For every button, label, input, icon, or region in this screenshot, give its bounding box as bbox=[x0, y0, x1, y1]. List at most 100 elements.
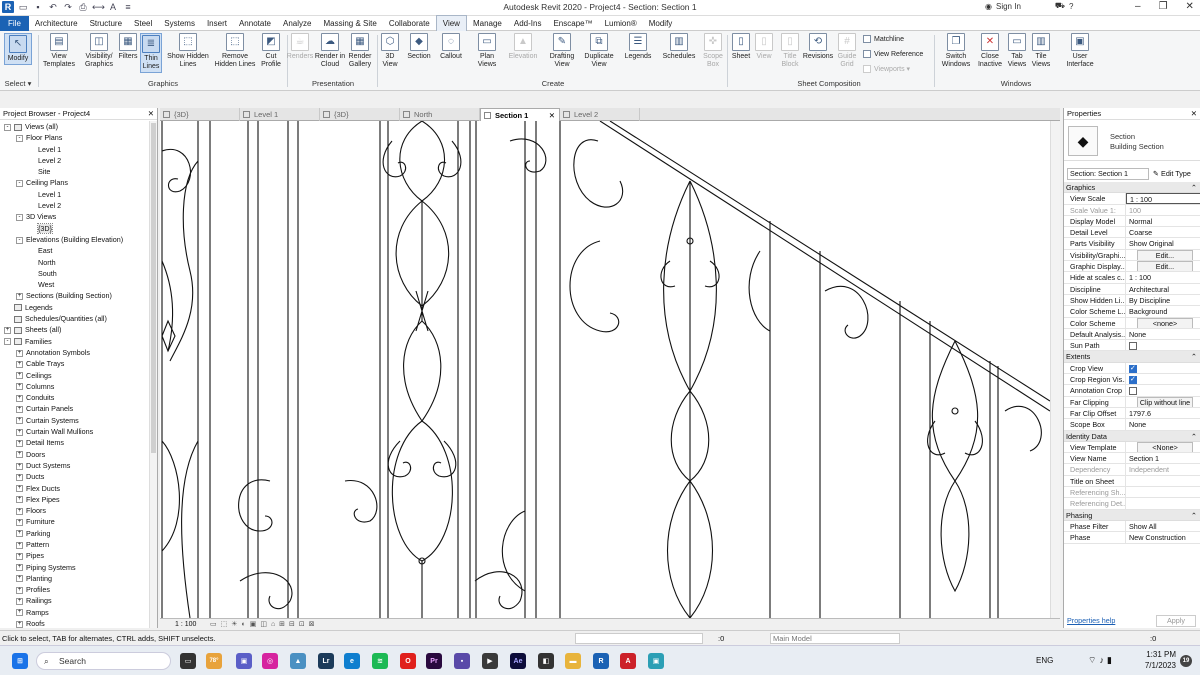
duplicate-view-button[interactable]: ⧉ Duplicate View bbox=[582, 33, 616, 69]
revit-taskbar-icon[interactable]: R bbox=[593, 653, 609, 669]
collapse-caret-icon[interactable]: ⌃ bbox=[1191, 182, 1197, 193]
clock[interactable]: 1:31 PM 7/1/2023 bbox=[1136, 649, 1176, 671]
tree-item[interactable]: Level 2 bbox=[0, 155, 149, 166]
tree-item[interactable]: + Parking bbox=[0, 528, 149, 539]
expand-icon[interactable]: + bbox=[16, 518, 23, 526]
edit-type-button[interactable]: ✎ Edit Type bbox=[1153, 169, 1191, 178]
tree-item[interactable]: - Floor Plans bbox=[0, 132, 149, 143]
remove-hidden-lines-button[interactable]: ⬚ Remove Hidden Lines bbox=[212, 33, 258, 69]
expand-icon[interactable]: + bbox=[16, 394, 23, 402]
expand-icon[interactable]: + bbox=[16, 507, 23, 515]
property-value[interactable]: Edit... bbox=[1126, 249, 1200, 261]
task-view-icon[interactable]: ▭ bbox=[180, 653, 196, 669]
taskbar-search[interactable]: ⌕ Search bbox=[36, 652, 171, 670]
tab-annotate[interactable]: Annotate bbox=[233, 16, 277, 31]
user-interface-button[interactable]: ▣ User Interface bbox=[1062, 33, 1098, 69]
section-button[interactable]: ◆ Section bbox=[405, 33, 433, 61]
viewports-button[interactable]: Viewports ▾ bbox=[863, 65, 910, 73]
property-value[interactable] bbox=[1126, 340, 1200, 351]
tab-structure[interactable]: Structure bbox=[84, 16, 128, 31]
expand-icon[interactable]: + bbox=[16, 372, 23, 380]
switch-windows-button[interactable]: ❐ Switch Windows bbox=[939, 33, 973, 69]
tree-item[interactable]: Site bbox=[0, 166, 149, 177]
view-tab[interactable]: {3D} bbox=[320, 108, 400, 121]
tree-item[interactable]: North bbox=[0, 257, 149, 268]
property-value[interactable]: <None> bbox=[1126, 441, 1200, 453]
drawing-canvas[interactable] bbox=[160, 121, 1050, 618]
property-value[interactable]: 1 : 100 bbox=[1126, 272, 1200, 282]
render-in-cloud-button[interactable]: ☁ Render in Cloud bbox=[314, 33, 346, 69]
tab-insert[interactable]: Insert bbox=[201, 16, 233, 31]
view-tab[interactable]: {3D} bbox=[160, 108, 240, 121]
expand-icon[interactable]: + bbox=[16, 564, 23, 572]
property-value[interactable]: None bbox=[1126, 329, 1200, 339]
property-value[interactable] bbox=[1126, 385, 1200, 396]
property-value[interactable]: Coarse bbox=[1126, 227, 1200, 237]
tree-item[interactable]: + Planting bbox=[0, 573, 149, 584]
tab-massing-site[interactable]: Massing & Site bbox=[317, 16, 382, 31]
tree-item[interactable]: + Doors bbox=[0, 449, 149, 460]
file-explorer-icon[interactable]: ▬ bbox=[565, 653, 581, 669]
tree-item[interactable]: East bbox=[0, 245, 149, 256]
view-placement-button[interactable]: ▯ View bbox=[754, 33, 774, 61]
callout-button[interactable]: ◌ Callout bbox=[437, 33, 465, 61]
tree-item[interactable]: West bbox=[0, 279, 149, 290]
guide-grid-button[interactable]: # Guide Grid bbox=[836, 33, 858, 69]
tree-item[interactable]: + Detail Items bbox=[0, 437, 149, 448]
tree-item[interactable]: Level 2 bbox=[0, 200, 149, 211]
tab-file[interactable]: File bbox=[0, 15, 29, 31]
expand-icon[interactable]: + bbox=[16, 541, 23, 549]
tree-item[interactable]: + Curtain Systems bbox=[0, 415, 149, 426]
view-tab[interactable]: Level 2 bbox=[560, 108, 640, 121]
minimize-icon[interactable]: – bbox=[1135, 1, 1141, 12]
tile-views-button[interactable]: ▥ Tile Views bbox=[1030, 33, 1052, 69]
close-icon[interactable]: ✕ bbox=[1191, 108, 1197, 120]
property-value[interactable] bbox=[1126, 476, 1200, 486]
tree-item[interactable]: + Pipes bbox=[0, 550, 149, 561]
collapse-icon[interactable]: - bbox=[16, 180, 23, 188]
help-icon[interactable]: ? bbox=[1069, 2, 1073, 11]
tree-item[interactable]: + Duct Systems bbox=[0, 460, 149, 471]
close-inactive-button[interactable]: ✕ Close Inactive bbox=[976, 33, 1004, 69]
premiere-icon[interactable]: Pr bbox=[426, 653, 442, 669]
expand-icon[interactable]: + bbox=[16, 485, 23, 493]
project-browser-scrollbar[interactable] bbox=[149, 121, 157, 628]
tree-item[interactable]: Level 1 bbox=[0, 144, 149, 155]
checkbox[interactable] bbox=[1129, 342, 1137, 351]
property-group-header[interactable]: Extents ⌃ bbox=[1064, 351, 1200, 363]
tab-enscape-[interactable]: Enscape™ bbox=[547, 16, 598, 31]
after-effects-icon[interactable]: Ae bbox=[510, 653, 526, 669]
collapse-caret-icon[interactable]: ⌃ bbox=[1191, 351, 1197, 362]
expand-icon[interactable]: + bbox=[16, 530, 23, 538]
collapse-icon[interactable]: - bbox=[16, 236, 23, 244]
opera-icon[interactable]: O bbox=[400, 653, 416, 669]
tab-steel[interactable]: Steel bbox=[128, 16, 158, 31]
expand-icon[interactable]: + bbox=[16, 598, 23, 606]
view-tab[interactable]: Level 1 bbox=[240, 108, 320, 121]
property-value[interactable] bbox=[1126, 374, 1200, 384]
property-button[interactable]: Edit... bbox=[1137, 261, 1193, 272]
property-value[interactable]: By Discipline bbox=[1126, 295, 1200, 305]
matchline-button[interactable]: Matchline bbox=[863, 35, 904, 43]
tree-item[interactable]: + Ramps bbox=[0, 607, 149, 618]
tab-systems[interactable]: Systems bbox=[158, 16, 201, 31]
type-selector[interactable]: ◆ Section Building Section bbox=[1064, 121, 1200, 161]
view-tab[interactable]: Section 1 ✕ bbox=[480, 108, 560, 121]
property-value[interactable]: Show Original bbox=[1126, 238, 1200, 248]
collapse-caret-icon[interactable]: ⌃ bbox=[1191, 510, 1197, 521]
tree-item[interactable]: + Ceilings bbox=[0, 370, 149, 381]
property-value[interactable]: Edit... bbox=[1126, 261, 1200, 272]
property-button[interactable]: Edit... bbox=[1137, 249, 1193, 261]
property-value[interactable]: 1797.6 bbox=[1126, 408, 1200, 418]
tree-item[interactable]: + Conduits bbox=[0, 392, 149, 403]
expand-icon[interactable]: + bbox=[4, 326, 11, 334]
collapse-icon[interactable]: - bbox=[4, 123, 11, 131]
show-hidden-lines-button[interactable]: ⬚ Show Hidden Lines bbox=[166, 33, 210, 69]
expand-icon[interactable]: + bbox=[16, 552, 23, 560]
app-icon[interactable]: ▪ bbox=[454, 653, 470, 669]
tree-item[interactable]: + Sheets (all) bbox=[0, 324, 149, 335]
title-block-button[interactable]: ▯ Title Block bbox=[777, 33, 803, 69]
expand-icon[interactable]: + bbox=[16, 383, 23, 391]
property-value[interactable]: Normal bbox=[1126, 216, 1200, 226]
expand-icon[interactable]: + bbox=[16, 586, 23, 594]
